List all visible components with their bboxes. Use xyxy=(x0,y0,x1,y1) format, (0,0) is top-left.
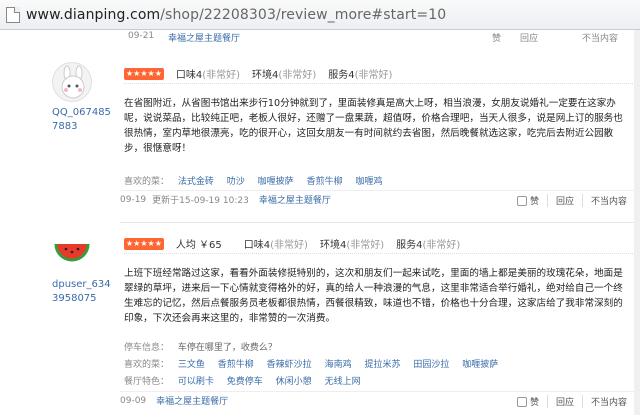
dish-tag[interactable]: 咖喱鸡 xyxy=(355,177,382,187)
url-path: /shop/22208303/review_more#start=10 xyxy=(160,6,447,23)
rating-row: ★ ★ ★ ★ ★ 口味4(非常好) 环境4(非常好) 服务4(非常好) xyxy=(124,64,635,84)
service-score: 服务4(非常好) xyxy=(328,70,393,81)
review-date: 09-09 xyxy=(120,395,147,406)
avatar-rabbit-icon xyxy=(61,65,85,99)
environment-score: 环境4(非常好) xyxy=(252,70,317,81)
review-body: 在省图附近，从省图书馆出来步行10分钟就到了，里面装修真是高大上呀，相当浪漫，女… xyxy=(124,98,623,154)
review-footer: 09-19 更新于15-09-19 10:23 幸福之屋主题餐厅 赞 回应 不当… xyxy=(120,190,635,208)
thumbs-up-icon xyxy=(516,195,527,206)
taste-score: 口味4(非常好) xyxy=(175,70,241,81)
feature-tag[interactable]: 可以刷卡 xyxy=(178,377,214,387)
like-button[interactable]: 赞 xyxy=(509,194,547,207)
dish-tag[interactable]: 提拉米苏 xyxy=(364,360,400,370)
star-rating-icon: ★ ★ ★ ★ ★ xyxy=(124,237,164,250)
edit-time: 更新于15-09-19 10:23 xyxy=(152,196,249,206)
dish-tag[interactable]: 田园沙拉 xyxy=(413,360,449,370)
username-link[interactable]: QQ_0674857883 xyxy=(52,106,112,134)
review-date: 09-19 xyxy=(120,194,147,205)
price-per-person: 人均 ￥65 xyxy=(175,240,222,251)
shop-link[interactable]: 幸福之屋主题餐厅 xyxy=(259,193,331,206)
parking-info: 停车信息： 车停在哪里了，收费么？ xyxy=(124,343,277,353)
reply-button[interactable]: 回应 xyxy=(546,394,582,408)
address-bar[interactable]: www.dianping.com/shop/22208303/review_mo… xyxy=(0,0,640,30)
shop-link[interactable]: 幸福之屋主题餐厅 xyxy=(156,394,228,407)
username-link[interactable]: dpuser_6343958075 xyxy=(52,278,112,306)
environment-score: 环境4(非常好) xyxy=(319,240,385,251)
feature-tag[interactable]: 无线上网 xyxy=(325,377,361,387)
feature-tag[interactable]: 免费停车 xyxy=(227,377,263,387)
review-body: 上班下班经常路过这家，看看外面装修挺特别的，这次和朋友们一起来试吃，里面的墙上都… xyxy=(124,268,623,324)
review-footer: 09-09 幸福之屋主题餐厅 赞 回应 不当内容 xyxy=(120,391,635,409)
scrollbar[interactable] xyxy=(634,30,640,415)
dish-tag[interactable]: 香辣虾沙拉 xyxy=(267,360,312,370)
liked-dishes: 喜欢的菜： 法式金砖 叻沙 咖喱披萨 香煎牛柳 咖喱鸡 xyxy=(124,177,383,187)
dish-tag[interactable]: 香煎牛柳 xyxy=(218,360,254,370)
prev-review-footer: 09-21 幸福之屋主题餐厅 赞 回应 不当内容 xyxy=(0,30,640,44)
restaurant-features: 餐厅特色： 可以刷卡 免费停车 休闲小憩 无线上网 xyxy=(124,377,361,387)
avatar[interactable] xyxy=(52,62,92,102)
review-date: 09-21 xyxy=(128,31,155,41)
dish-tag[interactable]: 法式金砖 xyxy=(178,177,214,187)
service-score: 服务4(非常好) xyxy=(396,240,461,251)
page-icon xyxy=(6,6,20,23)
report-button[interactable]: 不当内容 xyxy=(582,31,618,44)
url-domain: www.dianping.com xyxy=(26,6,161,23)
reply-button[interactable]: 回应 xyxy=(520,31,538,44)
dish-tag[interactable]: 咖喱披萨 xyxy=(258,177,294,187)
shop-link[interactable]: 幸福之屋主题餐厅 xyxy=(168,31,240,44)
rating-row: ★ ★ ★ ★ ★ 人均 ￥65 口味4(非常好) 环境4(非常好) 服务4(非常好) xyxy=(124,234,635,254)
avatar[interactable] xyxy=(52,232,92,272)
review-item: dpuser_6343958075 ★ ★ ★ ★ ★ 人均 ￥65 口味4(非常好) … xyxy=(0,226,640,415)
like-button[interactable]: 赞 xyxy=(492,31,501,44)
review-item: QQ_0674857883 ★ ★ ★ ★ ★ 口味4(非常好) 环境4(非常好) 服务… xyxy=(0,44,640,216)
avatar-watermelon-icon xyxy=(54,243,90,262)
taste-score: 口味4(非常好) xyxy=(243,240,308,251)
divider xyxy=(120,222,635,223)
like-button[interactable]: 赞 xyxy=(509,395,547,408)
url-text[interactable]: www.dianping.com/shop/22208303/review_mo… xyxy=(26,7,446,23)
star-rating-icon: ★ ★ ★ ★ ★ xyxy=(124,67,164,80)
report-button[interactable]: 不当内容 xyxy=(581,193,635,207)
dish-tag[interactable]: 香煎牛柳 xyxy=(307,177,343,187)
feature-tag[interactable]: 休闲小憩 xyxy=(276,377,312,387)
dish-tag[interactable]: 海南鸡 xyxy=(325,360,352,370)
dish-tag[interactable]: 咖喱披萨 xyxy=(462,360,498,370)
thumbs-up-icon xyxy=(516,396,527,407)
dish-tag[interactable]: 三文鱼 xyxy=(178,360,205,370)
liked-dishes: 喜欢的菜： 三文鱼 香煎牛柳 香辣虾沙拉 海南鸡 提拉米苏 田园沙拉 咖喱披萨 xyxy=(124,360,499,370)
dish-tag[interactable]: 叻沙 xyxy=(227,177,245,187)
reply-button[interactable]: 回应 xyxy=(546,193,582,207)
report-button[interactable]: 不当内容 xyxy=(581,394,635,408)
